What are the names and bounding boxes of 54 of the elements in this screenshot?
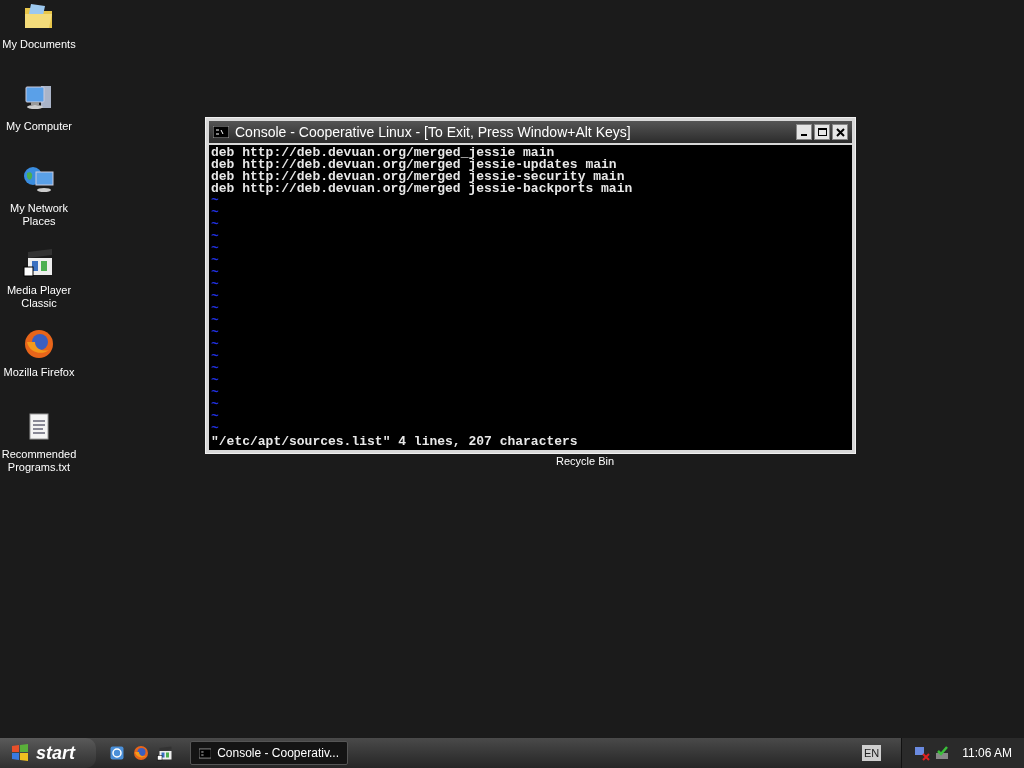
firefox-icon — [23, 328, 55, 360]
desktop-icon-label[interactable]: My Documents — [1, 38, 77, 51]
desktop-icon-label[interactable]: My Network Places — [0, 202, 78, 228]
window-title: Console - Cooperative Linux - [To Exit, Press Window+Alt Keys] — [235, 122, 632, 142]
tilde-marker: ~ — [211, 195, 219, 207]
tilde-marker: ~ — [211, 231, 219, 243]
desktop-icon-label[interactable]: Recycle Bin — [556, 455, 615, 468]
console-icon — [199, 747, 212, 759]
tilde-marker: ~ — [211, 399, 219, 411]
windows-logo — [10, 743, 30, 763]
close-button[interactable] — [832, 124, 848, 140]
tilde-marker: ~ — [211, 255, 219, 267]
network-warning-icon[interactable] — [914, 745, 931, 761]
tilde-marker: ~ — [211, 219, 219, 231]
tilde-marker: ~ — [211, 387, 219, 399]
quick-launch-button[interactable] — [156, 744, 174, 762]
tilde-marker: ~ — [211, 279, 219, 291]
browser-icon — [109, 745, 125, 761]
tilde-marker: ~ — [211, 267, 219, 279]
tilde-marker: ~ — [211, 327, 219, 339]
start-button[interactable]: start — [0, 738, 96, 768]
safely-remove-icon[interactable] — [934, 745, 951, 761]
language-indicator[interactable]: EN — [861, 744, 882, 762]
desktop-icon-label[interactable]: Recommended Programs.txt — [0, 448, 78, 474]
firefox-icon — [133, 745, 149, 761]
tilde-marker: ~ — [211, 315, 219, 327]
desktop-icon-label[interactable]: Mozilla Firefox — [2, 366, 76, 379]
quick-launch-button[interactable] — [132, 744, 150, 762]
clock[interactable]: 11:06 AM — [962, 744, 1012, 762]
status-line: "/etc/apt/sources.list" 4 lines, 207 characters — [211, 436, 579, 448]
tilde-marker: ~ — [211, 351, 219, 363]
desktop-icon-label[interactable]: Media Player Classic — [0, 284, 78, 310]
tilde-marker: ~ — [211, 291, 219, 303]
maximize-button[interactable] — [814, 124, 830, 140]
desktop-icon-label[interactable]: My Computer — [5, 120, 73, 133]
terminal-line: deb http://deb.devuan.org/merged_jessie main — [211, 147, 555, 159]
minimize-button[interactable] — [796, 124, 812, 140]
terminal-line: deb http://deb.devuan.org/merged jessie-security main — [211, 171, 625, 183]
quick-launch-button[interactable] — [108, 744, 126, 762]
terminal-line: deb http://deb.devuan.org/merged jessie-backports main — [211, 183, 634, 195]
tilde-marker: ~ — [211, 411, 219, 423]
tilde-marker: ~ — [211, 243, 219, 255]
console-icon — [213, 126, 229, 138]
close-icon — [835, 127, 845, 137]
terminal-line: deb http://deb.devuan.org/merged jessie-updates main — [211, 159, 617, 171]
tilde-marker: ~ — [211, 207, 219, 219]
tilde-marker: ~ — [211, 375, 219, 387]
clapperboard-icon — [157, 745, 173, 761]
tilde-marker: ~ — [211, 363, 219, 375]
taskbar-button[interactable]: Console - Cooperativ... — [190, 741, 348, 765]
clapperboard-icon — [23, 246, 55, 278]
tilde-marker: ~ — [211, 339, 219, 351]
tilde-marker: ~ — [211, 423, 219, 435]
tilde-marker: ~ — [211, 303, 219, 315]
